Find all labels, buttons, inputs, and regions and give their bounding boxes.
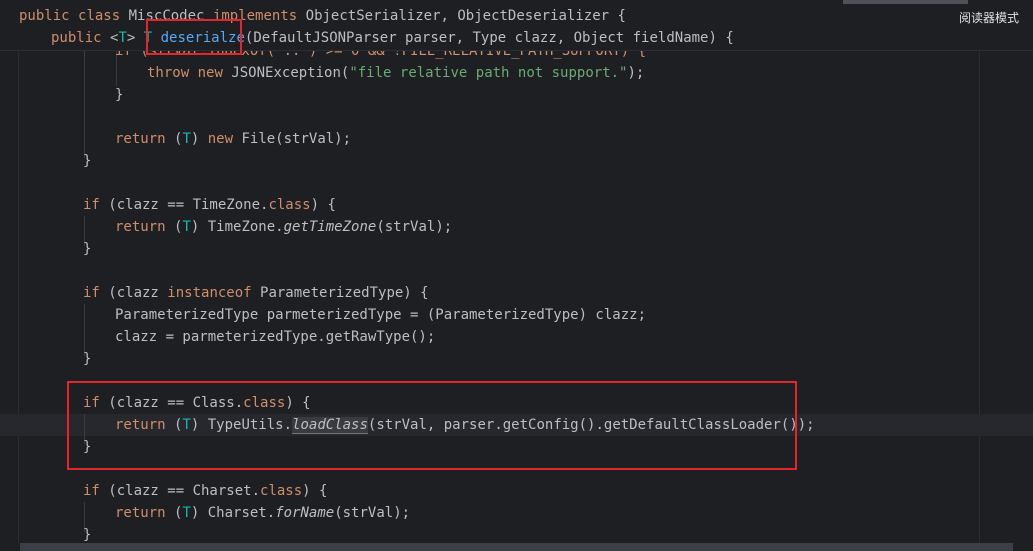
code-line-clazz-assign: clazz = parmeterizedType.getRawType();: [115, 329, 436, 345]
code-line-if-timezone: if (clazz == TimeZone.class) {: [83, 197, 336, 213]
highlight-box-method-name: [146, 19, 242, 55]
highlight-box-class-branch: [67, 381, 797, 470]
sticky-class-line: public class MiscCodec implements Object…: [19, 8, 626, 24]
right-margin-guide: [979, 50, 980, 543]
horizontal-scrollbar[interactable]: [20, 543, 1013, 551]
code-line-return-timezone: return (T) TimeZone.getTimeZone(strVal);: [115, 219, 453, 235]
code-line-parameterized-decl: ParameterizedType parmeterizedType = (Pa…: [115, 307, 647, 323]
code-line-if-charset: if (clazz == Charset.class) {: [83, 483, 328, 499]
code-editor[interactable]: public class MiscCodec implements Object…: [0, 0, 1033, 551]
indent-guide: [84, 50, 85, 158]
code-line-throw: throw new JSONException("file relative p…: [147, 65, 645, 81]
code-line-if-parameterized: if (clazz instanceof ParameterizedType) …: [83, 285, 429, 301]
code-line-close: }: [83, 153, 92, 169]
vertical-scrollbar-thumb[interactable]: [843, 0, 968, 4]
reader-mode-button[interactable]: 阅读器模式: [959, 9, 1019, 26]
code-line-return-file: return (T) new File(strVal);: [115, 131, 352, 147]
code-line-close: }: [115, 87, 124, 103]
code-line-return-charset: return (T) Charset.forName(strVal);: [115, 505, 411, 521]
gutter-guide: [18, 50, 19, 543]
code-line-close: }: [83, 351, 92, 367]
code-line-close: }: [83, 241, 92, 257]
